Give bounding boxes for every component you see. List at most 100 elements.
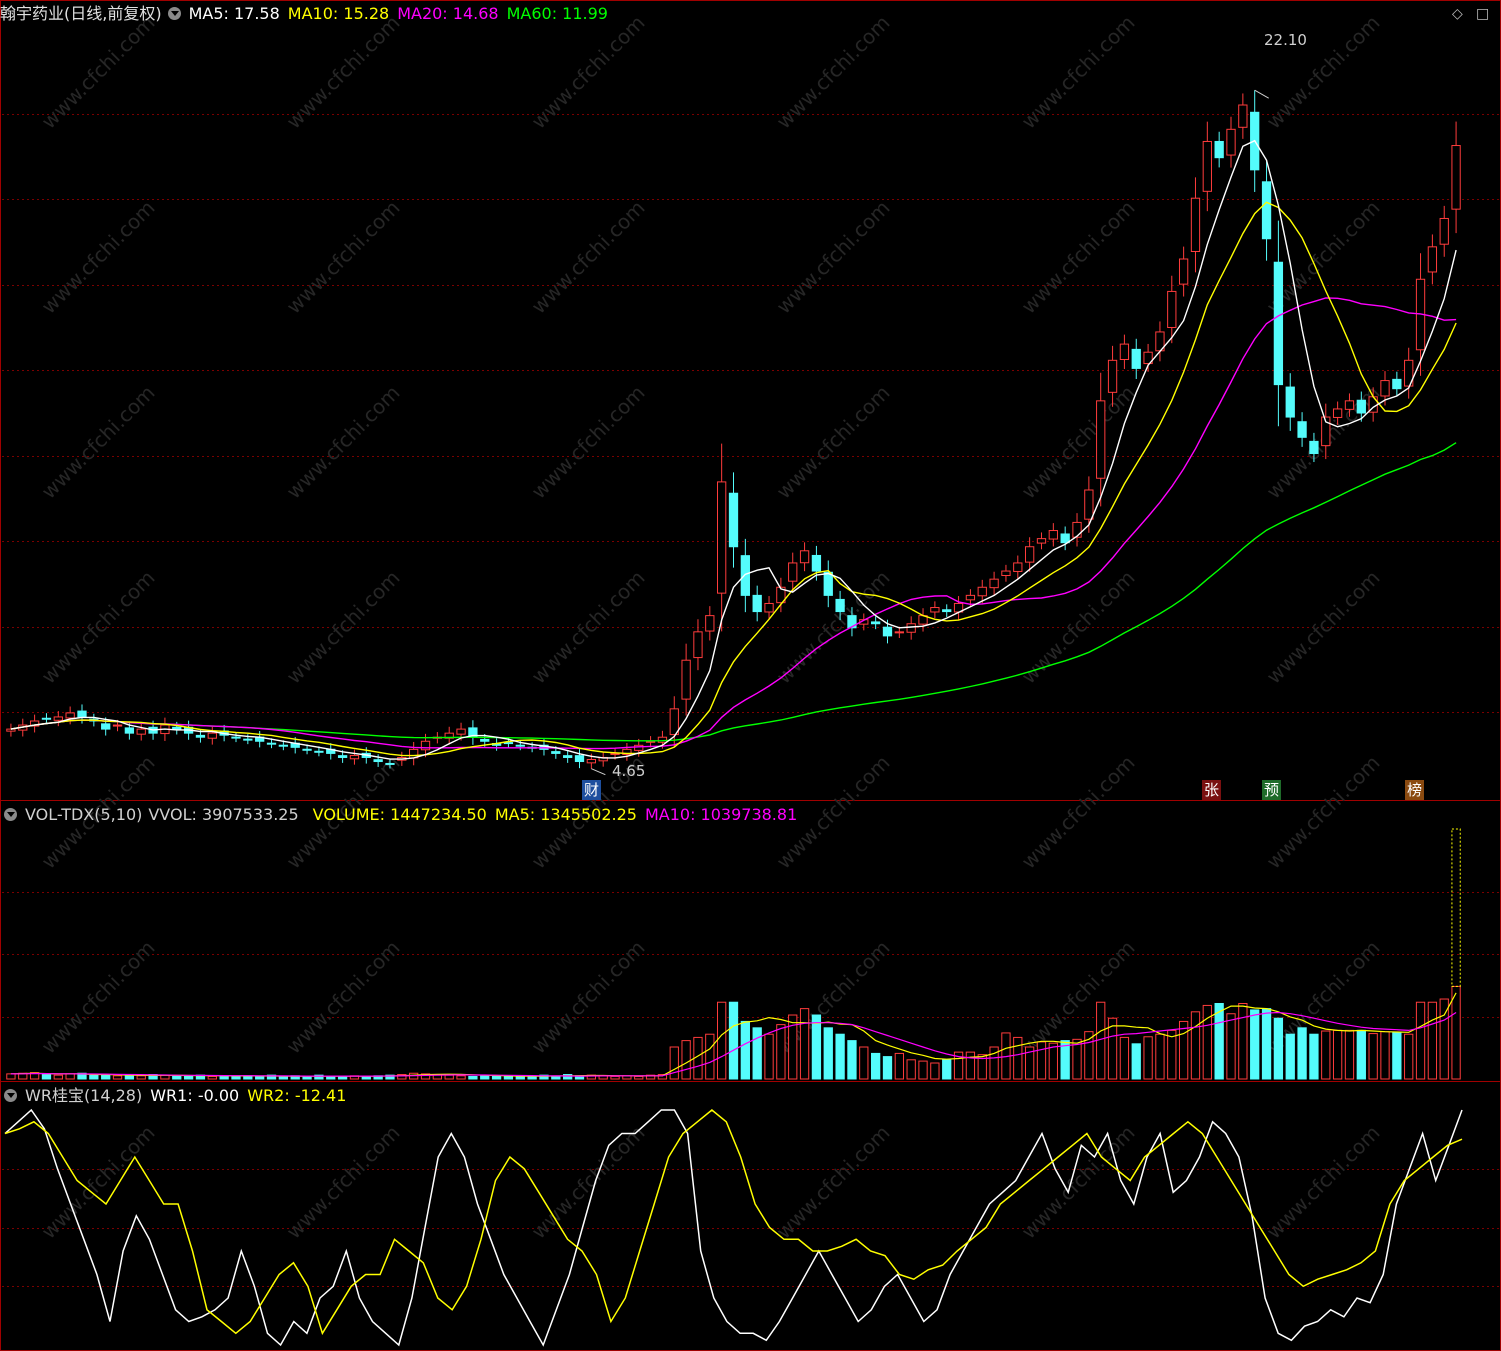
volume-bar-down: [278, 1075, 289, 1080]
dragon-tiger-badge[interactable]: 榜: [1405, 780, 1425, 800]
price-legend: 翰宇药业(日线,前复权) MA5: 17.58 MA10: 15.28 MA20: 1…: [0, 0, 616, 28]
volume-bar-up: [1344, 1029, 1355, 1080]
candle-down: [480, 738, 490, 742]
volume-bar-up: [65, 1073, 75, 1080]
watermark: www.cfchi.com: [37, 196, 160, 319]
dropdown-icon[interactable]: [4, 1088, 17, 1102]
forecast-badge[interactable]: 预: [1262, 780, 1282, 800]
candle-down: [1273, 261, 1284, 386]
volume-bar-down: [172, 1075, 182, 1080]
candle-up: [705, 615, 715, 632]
watermark: www.cfchi.com: [37, 381, 160, 504]
volume-bar-up: [906, 1059, 916, 1080]
limit-up-badge[interactable]: 张: [1202, 780, 1222, 800]
candle-down: [1131, 348, 1141, 369]
volume-bar-up: [799, 1008, 810, 1080]
candle-up: [681, 659, 691, 700]
volume-bar-up: [776, 1024, 786, 1080]
volume-bar-up: [1321, 1030, 1331, 1080]
candle-down: [172, 726, 182, 730]
watermark: www.cfchi.com: [37, 566, 160, 689]
finance-badge[interactable]: 财: [582, 780, 602, 800]
vvol-label: VVOL: 3907533.25: [148, 805, 299, 824]
candle-up: [965, 594, 976, 601]
dropdown-icon[interactable]: [4, 807, 17, 821]
candle-up: [1119, 343, 1130, 361]
dropdown-icon[interactable]: [167, 6, 181, 20]
high-price-label: 22.10: [1264, 31, 1307, 49]
volume-bar-up: [930, 1062, 940, 1080]
wr1-line: [4, 1108, 1463, 1347]
watermark: www.cfchi.com: [1017, 196, 1140, 319]
high-pointer: [1254, 89, 1269, 99]
candle-up: [669, 708, 679, 736]
volume-bar-down: [468, 1075, 478, 1080]
volume-bar-up: [764, 1033, 774, 1080]
kline-chart[interactable]: www.cfchi.com www.cfchi.com www.cfchi.com w…: [0, 0, 1501, 1351]
candle-down: [266, 742, 277, 745]
ma20-label: MA20: 14.68: [397, 4, 499, 23]
candle-up: [894, 631, 904, 634]
candle-up: [1048, 530, 1058, 540]
volume-bar-up: [1119, 1036, 1130, 1080]
candle-down: [1261, 181, 1272, 240]
watermark: www.cfchi.com: [1262, 11, 1385, 134]
volume-bar-down: [480, 1075, 490, 1080]
candle-up: [989, 578, 999, 589]
candle-down: [811, 554, 822, 572]
candle-up: [693, 631, 703, 659]
watermark: www.cfchi.com: [282, 1121, 405, 1244]
volume-legend: VOL-TDX(5,10) VVOL: 3907533.25 VOLUME: 144…: [0, 801, 805, 829]
candle-up: [1013, 562, 1023, 572]
candle-down: [882, 626, 893, 637]
candle-down: [503, 742, 514, 745]
watermark: www.cfchi.com: [1017, 11, 1140, 134]
candle-up: [1344, 400, 1355, 410]
candle-down: [1309, 440, 1319, 455]
candle-up: [1451, 145, 1461, 210]
candle-down: [337, 755, 348, 758]
wr1-label: WR1: -0.00: [150, 1086, 240, 1105]
candle-up: [1226, 128, 1236, 156]
volume-label: VOLUME: 1447234.50: [312, 805, 487, 824]
candle-down: [314, 750, 324, 753]
volume-bar-up: [1013, 1036, 1023, 1080]
watermark: www.cfchi.com: [527, 196, 650, 319]
volume-bar-up: [1380, 1031, 1390, 1080]
candle-up: [788, 562, 798, 582]
diamond-icon[interactable]: ◇: [1452, 6, 1463, 22]
volume-bar-up: [136, 1075, 146, 1080]
candle-down: [574, 755, 585, 763]
volume-bar-down: [1285, 1033, 1295, 1080]
watermark: www.cfchi.com: [282, 936, 405, 1059]
candle-down: [373, 759, 383, 763]
watermark: www.cfchi.com: [772, 1121, 895, 1244]
volume-bar-down: [1250, 1009, 1260, 1080]
candle-up: [349, 754, 360, 760]
candle-up: [1427, 246, 1438, 273]
watermark: www.cfchi.com: [1262, 566, 1385, 689]
volume-bar-up: [1368, 1033, 1378, 1080]
ma60-label: MA60: 11.99: [506, 4, 608, 23]
volume-bar-down: [847, 1040, 857, 1080]
candle-up: [136, 728, 146, 735]
watermark: www.cfchi.com: [37, 11, 160, 134]
watermark: www.cfchi.com: [527, 381, 650, 504]
wr-legend: WR桂宝(14,28) WR1: -0.00 WR2: -12.41: [0, 1082, 354, 1110]
candle-up: [456, 728, 466, 735]
candle-down: [728, 492, 739, 548]
volume-bar-down: [1214, 1003, 1224, 1080]
volume-bar-down: [1261, 1008, 1272, 1080]
volume-bar-up: [444, 1074, 454, 1080]
low-price-label: 4.65: [612, 762, 646, 780]
volume-bar-down: [302, 1075, 312, 1080]
volume-bar-up: [634, 1075, 644, 1080]
volume-bar-down: [551, 1075, 561, 1080]
volume-bar-down: [1297, 1027, 1307, 1080]
volume-bar-up: [965, 1051, 976, 1080]
wr2-line: [4, 1109, 1463, 1336]
volume-bar-up: [1415, 1001, 1426, 1080]
square-icon[interactable]: □: [1476, 6, 1489, 22]
volume-bar-up: [1451, 985, 1461, 1080]
volume-bar-up: [610, 1075, 620, 1080]
